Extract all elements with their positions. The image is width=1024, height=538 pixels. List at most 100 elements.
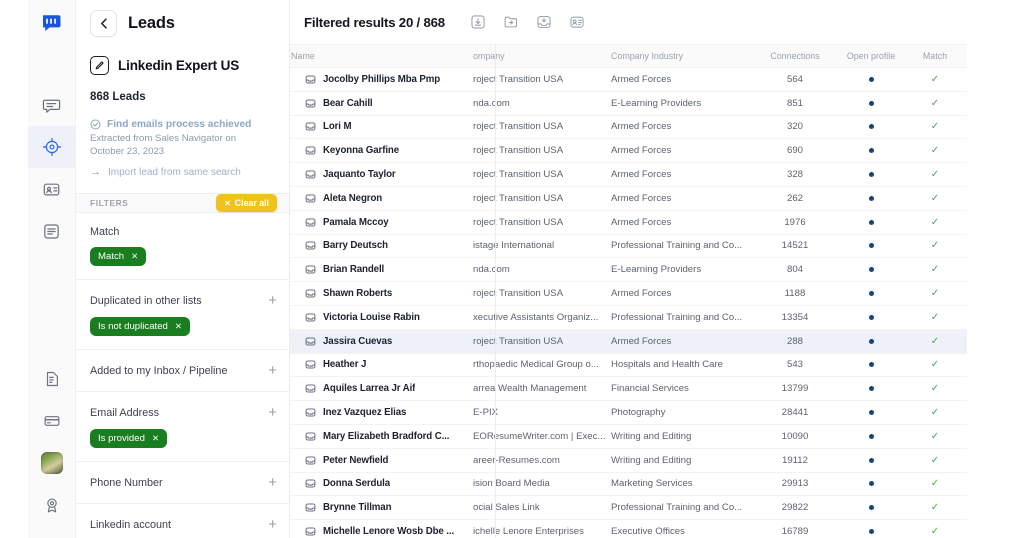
remove-chip-icon[interactable]: ✕ [152,433,159,444]
cell-name[interactable]: Keyonna Garfine [291,138,473,164]
open-profile-dot-icon [868,291,874,297]
add-filter-icon[interactable]: + [268,363,277,378]
move-to-folder-button[interactable] [500,11,522,33]
cell-connections: 320 [751,115,839,140]
cell-name[interactable]: Heather J [291,353,473,378]
sidebar-item-documents[interactable] [28,358,76,400]
add-filter-icon[interactable]: + [268,405,277,420]
filter-chip[interactable]: Match ✕ [90,247,147,267]
filtered-results-title: Filtered results 20 / 868 [304,14,445,30]
table-row[interactable]: Lori M roject Transition USA Armed Forces 3… [290,115,967,140]
table-row[interactable]: Keyonna Garfine roject Transition USA Arme… [290,138,967,164]
cell-name[interactable]: Barry Deutsch [291,234,473,259]
back-button[interactable] [90,10,117,37]
cell-open-profile [839,91,903,116]
linkedin-contact-icon [305,431,316,442]
table-row[interactable]: Peter Newfield areer-Resumes.com Writing a… [290,448,967,473]
filter-label: Added to my Inbox / Pipeline [90,364,228,377]
remove-chip-icon[interactable]: ✕ [175,321,182,332]
table-row[interactable]: Aquiles Larrea Jr Aif arrea Wealth Manage… [290,376,967,402]
cell-name[interactable]: Aquiles Larrea Jr Aif [291,376,473,402]
cell-name[interactable]: Brynne Tillman [291,495,473,521]
header-match[interactable]: Match [903,44,967,68]
sidebar-item-messages[interactable] [28,84,76,126]
add-filter-icon[interactable]: + [268,517,277,532]
cell-name[interactable]: Jocolby Phillips Mba Pmp [291,67,473,92]
cell-open-profile [839,67,903,92]
table-row[interactable]: Jassira Cuevas roject Transition USA Armed… [290,329,967,354]
import-lead-link[interactable]: → Import lead from same search [90,166,275,178]
cell-name[interactable]: Lori M [291,115,473,140]
filter-chip[interactable]: Is provided ✕ [90,429,168,449]
table-row[interactable]: Shawn Roberts roject Transition USA Armed … [290,281,967,306]
cell-name[interactable]: Brian Randell [291,257,473,283]
filter-group-header: Linkedin account + [90,517,277,532]
duplicate-button[interactable] [566,11,588,33]
table-row[interactable]: Donna Serdula ision Board Media Marketing … [290,472,967,497]
cell-match: ✓ [903,281,967,306]
copy-contacts-icon [570,16,584,28]
import-inbox-button[interactable] [533,11,555,33]
cell-name[interactable]: Inez Vazquez Elias [291,400,473,425]
cell-name[interactable]: Aleta Negron [291,186,473,211]
lead-name: Jocolby Phillips Mba Pmp [323,73,441,85]
clear-all-button[interactable]: ✕ Clear all [216,194,277,213]
cell-name[interactable]: Peter Newfield [291,448,473,473]
header-open-profile[interactable]: Open profile [839,44,903,68]
cell-name[interactable]: Pamala Mccoy [291,210,473,235]
add-filter-icon[interactable]: + [268,475,277,490]
sidebar-item-notes[interactable] [28,210,76,252]
cell-connections: 690 [751,138,839,164]
lead-name: Lori M [323,121,352,133]
sidebar-item-leads[interactable] [27,126,76,168]
cell-name[interactable]: Michelle Lenore Wosb Dbe ... [291,519,473,538]
cell-name[interactable]: Bear Cahill [291,91,473,116]
header-company-industry[interactable]: Company Industry [611,44,751,68]
header-connections[interactable]: Connections [751,44,839,68]
table-row[interactable]: Inez Vazquez Elias E-PIX Photography 28441 ✓ [290,400,967,425]
list-name-row[interactable]: Linkedin Expert US [90,56,275,75]
kaspr-logo-icon[interactable] [39,10,65,36]
table-row[interactable]: Victoria Louise Rabin xecutive Assistants… [290,305,967,330]
table-row[interactable]: Brynne Tillman ocial Sales Link Profession… [290,495,967,521]
linkedin-contact-icon [305,240,316,251]
filter-chip[interactable]: Is not duplicated ✕ [90,317,191,337]
table-row[interactable]: Mary Elizabeth Bradford C... EOResumeWrit… [290,424,967,449]
cell-name[interactable]: Shawn Roberts [291,281,473,306]
match-check-icon: ✓ [930,216,940,228]
table-row[interactable]: Pamala Mccoy roject Transition USA Armed F… [290,210,967,235]
table-row[interactable]: Heather J rthopaedic Medical Group o... Ho… [290,353,967,378]
table-row[interactable]: Barry Deutsch istage International Profess… [290,234,967,259]
cell-match: ✓ [903,234,967,259]
cell-company-industry: Financial Services [611,376,751,402]
sidebar-item-billing[interactable] [28,400,76,442]
filter-group: Added to my Inbox / Pipeline + [76,350,289,393]
header-company[interactable]: ompany [473,44,611,68]
cell-company: roject Transition USA [473,210,611,235]
cell-name[interactable]: Jaquanto Taylor [291,162,473,187]
table-row[interactable]: Jocolby Phillips Mba Pmp roject Transitio… [290,67,967,92]
table-row[interactable]: Brian Randell nda.com E-Learning Providers… [290,257,967,283]
add-filter-icon[interactable]: + [268,293,277,308]
open-profile-dot-icon [868,100,874,106]
avatar[interactable] [28,442,76,484]
cell-company-industry: Armed Forces [611,67,751,92]
leads-table-container[interactable]: Name ompany Company Industry Connections… [290,44,1024,538]
cell-name[interactable]: Donna Serdula [291,472,473,497]
header-name[interactable]: Name [291,44,473,68]
cell-name[interactable]: Mary Elizabeth Bradford C... [291,424,473,449]
remove-chip-icon[interactable]: ✕ [131,251,138,262]
main-panel: Filtered results 20 / 868 Name ompany Co… [290,0,1024,538]
table-row[interactable]: Aleta Negron roject Transition USA Armed F… [290,186,967,211]
export-download-button[interactable] [467,11,489,33]
cell-name[interactable]: Jassira Cuevas [291,329,473,354]
sidebar-item-rewards[interactable] [28,484,76,526]
table-row[interactable]: Michelle Lenore Wosb Dbe ... ichelle Leno… [290,519,967,538]
table-row[interactable]: Jaquanto Taylor roject Transition USA Arme… [290,162,967,187]
filter-group-header: Phone Number + [90,475,277,490]
cell-name[interactable]: Victoria Louise Rabin [291,305,473,330]
lead-name: Brian Randell [323,264,385,276]
sidebar-item-contacts[interactable] [28,168,76,210]
cell-connections: 28441 [751,400,839,425]
table-row[interactable]: Bear Cahill nda.com E-Learning Providers 85… [290,91,967,116]
